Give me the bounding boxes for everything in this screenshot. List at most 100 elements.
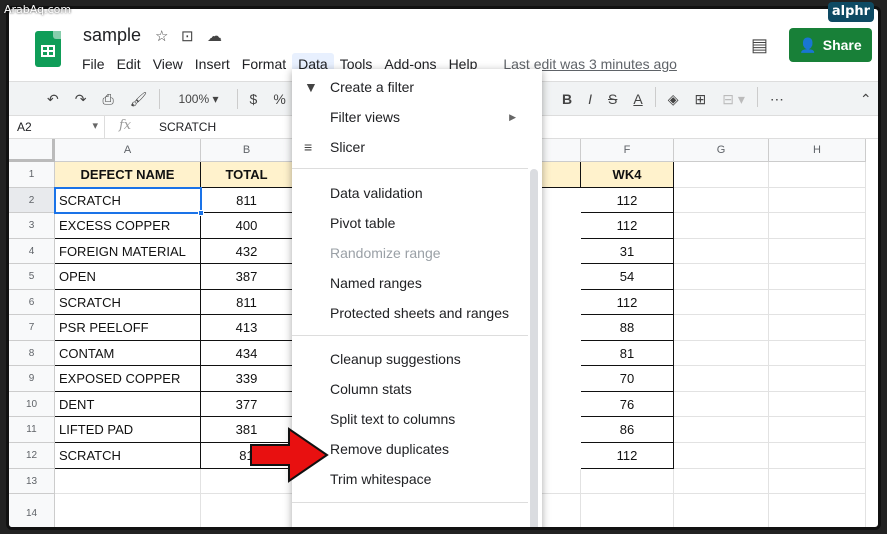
empty-cell[interactable] [769, 213, 866, 239]
undo-icon[interactable]: ↶ [39, 87, 67, 111]
paint-format-icon[interactable]: 🖌 [122, 87, 156, 111]
column-header-a[interactable]: A [55, 139, 201, 162]
table-cell[interactable]: EXPOSED COPPER [55, 366, 201, 392]
menu-format[interactable]: Format [236, 53, 292, 75]
empty-cell[interactable] [674, 239, 769, 264]
row-header-10[interactable]: 10 [9, 392, 55, 417]
empty-cell[interactable] [674, 290, 769, 315]
named-ranges-item[interactable]: Named ranges [292, 268, 528, 298]
redo-icon[interactable]: ↷ [67, 87, 95, 111]
borders-icon[interactable]: ⊞ [686, 87, 714, 111]
empty-cell[interactable] [581, 494, 674, 527]
pivot-table-item[interactable]: Pivot table [292, 208, 528, 238]
table-cell[interactable]: 112 [581, 188, 674, 213]
star-icon[interactable]: ☆ [155, 27, 168, 45]
column-stats-item[interactable]: Column stats [292, 374, 528, 404]
table-cell[interactable]: 811 [201, 290, 293, 315]
formula-input[interactable]: SCRATCH [159, 120, 216, 134]
create-filter-item[interactable]: ▼ Create a filter [292, 72, 528, 102]
empty-cell[interactable] [769, 392, 866, 417]
menu-edit[interactable]: Edit [111, 53, 147, 75]
table-cell[interactable]: PSR PEELOFF [55, 315, 201, 341]
empty-cell[interactable] [769, 315, 866, 341]
row-header-1[interactable]: 1 [9, 162, 55, 188]
text-color-icon[interactable]: A [625, 87, 650, 111]
table-cell[interactable]: 400 [201, 213, 293, 239]
percent-format-button[interactable]: % [265, 87, 293, 111]
table-cell[interactable]: EXCESS COPPER [55, 213, 201, 239]
menu-file[interactable]: File [76, 53, 111, 75]
slicer-item[interactable]: ≡ Slicer [292, 132, 528, 162]
menu-insert[interactable]: Insert [189, 53, 236, 75]
table-cell[interactable]: OPEN [55, 264, 201, 290]
table-cell[interactable]: SCRATCH [55, 290, 201, 315]
table-header-cell[interactable]: WK4 [581, 162, 674, 188]
share-button[interactable]: 👤 Share [789, 28, 872, 62]
row-header-13[interactable]: 13 [9, 469, 55, 494]
empty-cell[interactable] [769, 341, 866, 366]
table-cell[interactable]: FOREIGN MATERIAL [55, 239, 201, 264]
table-cell[interactable]: 339 [201, 366, 293, 392]
empty-cell[interactable] [674, 213, 769, 239]
select-all-corner[interactable] [9, 139, 55, 162]
randomize-range-item[interactable]: Randomize range [292, 238, 528, 268]
table-cell[interactable]: LIFTED PAD [55, 417, 201, 443]
row-header-2[interactable]: 2 [9, 188, 55, 213]
row-header-8[interactable]: 8 [9, 341, 55, 366]
cleanup-suggestions-item[interactable]: Cleanup suggestions [292, 344, 528, 374]
table-cell[interactable]: 76 [581, 392, 674, 417]
table-header-cell[interactable]: TOTAL [201, 162, 293, 188]
fill-handle[interactable] [198, 210, 204, 216]
empty-cell[interactable] [769, 417, 866, 443]
italic-icon[interactable]: I [580, 87, 600, 111]
table-cell[interactable]: 54 [581, 264, 674, 290]
row-header-12[interactable]: 12 [9, 443, 55, 469]
empty-cell[interactable] [55, 469, 201, 494]
row-header-6[interactable]: 6 [9, 290, 55, 315]
empty-cell[interactable] [769, 239, 866, 264]
name-box[interactable]: A2 [9, 116, 105, 138]
empty-cell[interactable] [674, 162, 769, 188]
strikethrough-icon[interactable]: S [600, 87, 625, 111]
fill-color-icon[interactable]: ◈ [660, 87, 687, 111]
empty-cell[interactable] [769, 469, 866, 494]
print-icon[interactable]: ⎙ [94, 87, 121, 111]
empty-cell[interactable] [674, 494, 769, 527]
table-cell[interactable]: 88 [581, 315, 674, 341]
empty-cell[interactable] [674, 443, 769, 469]
cloud-status-icon[interactable]: ☁ [207, 27, 222, 45]
table-cell[interactable]: 434 [201, 341, 293, 366]
empty-cell[interactable] [674, 188, 769, 213]
move-folder-icon[interactable]: ⊡ [181, 27, 194, 45]
table-cell[interactable]: 31 [581, 239, 674, 264]
table-cell[interactable]: 112 [581, 443, 674, 469]
empty-cell[interactable] [55, 494, 201, 527]
empty-cell[interactable] [769, 162, 866, 188]
table-cell[interactable]: CONTAM [55, 341, 201, 366]
protected-sheets-item[interactable]: Protected sheets and ranges [292, 298, 528, 328]
zoom-select[interactable]: 100% ▾ [164, 87, 232, 111]
empty-cell[interactable] [674, 417, 769, 443]
empty-cell[interactable] [674, 264, 769, 290]
table-cell[interactable]: 377 [201, 392, 293, 417]
empty-cell[interactable] [769, 264, 866, 290]
empty-cell[interactable] [674, 392, 769, 417]
empty-cell[interactable] [769, 366, 866, 392]
empty-cell[interactable] [769, 443, 866, 469]
table-cell[interactable]: 811 [201, 188, 293, 213]
table-cell[interactable]: 413 [201, 315, 293, 341]
table-cell[interactable]: 432 [201, 239, 293, 264]
empty-cell[interactable] [769, 188, 866, 213]
row-header-7[interactable]: 7 [9, 315, 55, 341]
more-icon[interactable]: ⋯ [762, 87, 792, 111]
empty-cell[interactable] [201, 494, 293, 527]
column-header-g[interactable]: G [674, 139, 769, 162]
table-cell[interactable]: 112 [581, 290, 674, 315]
filter-views-item[interactable]: Filter views ▶ [292, 102, 528, 132]
column-header-f[interactable]: F [581, 139, 674, 162]
empty-cell[interactable] [674, 341, 769, 366]
table-cell[interactable]: 86 [581, 417, 674, 443]
row-header-14[interactable]: 14 [9, 494, 55, 527]
empty-cell[interactable] [674, 366, 769, 392]
table-cell[interactable]: 112 [581, 213, 674, 239]
